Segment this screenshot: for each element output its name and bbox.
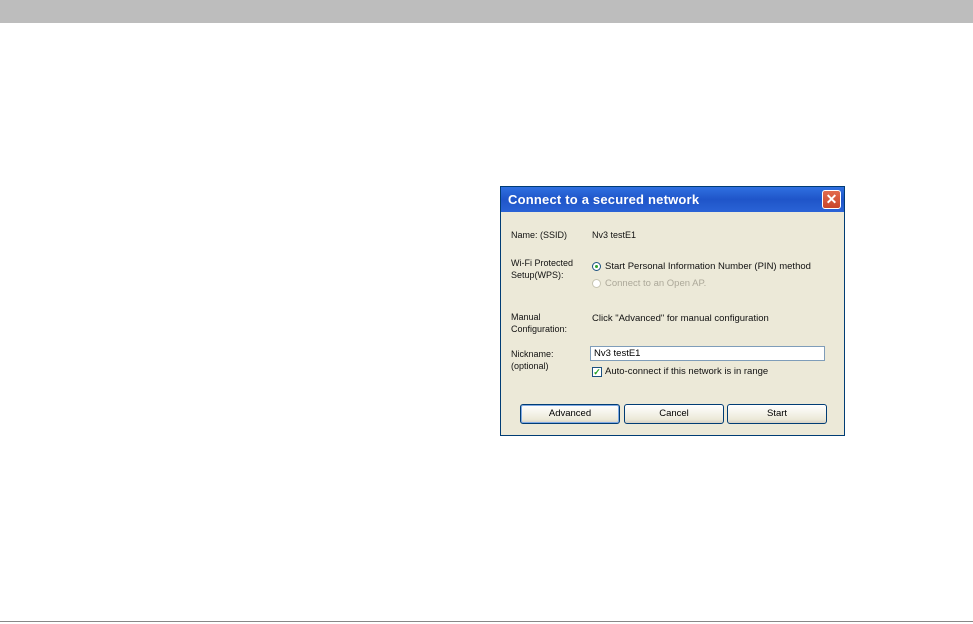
wps-pin-option[interactable]: Start Personal Information Number (PIN) … bbox=[592, 261, 811, 272]
ssid-value: Nv3 testE1 bbox=[592, 230, 637, 240]
manual-label-line1: Manual bbox=[511, 312, 541, 322]
nickname-label-line2: (optional) bbox=[511, 361, 549, 371]
nickname-label-line1: Nickname: bbox=[511, 349, 554, 359]
radio-selected-icon[interactable] bbox=[592, 262, 601, 271]
wps-open-ap-label: Connect to an Open AP. bbox=[605, 278, 707, 289]
cancel-button[interactable]: Cancel bbox=[624, 404, 724, 424]
ssid-label: Name: (SSID) bbox=[511, 230, 568, 240]
advanced-button[interactable]: Advanced bbox=[520, 404, 620, 424]
wps-pin-label: Start Personal Information Number (PIN) … bbox=[605, 261, 811, 272]
start-button[interactable]: Start bbox=[727, 404, 827, 424]
close-icon[interactable]: ✕ bbox=[822, 190, 841, 209]
nickname-input[interactable] bbox=[590, 346, 825, 361]
auto-connect-label: Auto-connect if this network is in range bbox=[605, 366, 769, 377]
wps-label: Wi-Fi Protected Setup(WPS): bbox=[511, 257, 573, 281]
wps-open-ap-option: Connect to an Open AP. bbox=[592, 278, 706, 289]
dialog-title: Connect to a secured network bbox=[508, 192, 700, 207]
radio-disabled-icon bbox=[592, 279, 601, 288]
auto-connect-option[interactable]: ✓ Auto-connect if this network is in ran… bbox=[592, 366, 768, 377]
nickname-label: Nickname: (optional) bbox=[511, 348, 554, 372]
bottom-divider bbox=[0, 621, 973, 622]
manual-label-line2: Configuration: bbox=[511, 324, 568, 334]
wps-label-line1: Wi-Fi Protected bbox=[511, 258, 574, 268]
checkbox-checked-icon[interactable]: ✓ bbox=[592, 366, 602, 377]
top-gray-bar bbox=[0, 0, 973, 23]
manual-config-hint: Click "Advanced" for manual configuratio… bbox=[592, 313, 769, 324]
wps-label-line2: Setup(WPS): bbox=[511, 270, 564, 280]
manual-config-label: Manual Configuration: bbox=[511, 311, 567, 335]
dialog-titlebar: Connect to a secured network ✕ bbox=[501, 187, 844, 212]
